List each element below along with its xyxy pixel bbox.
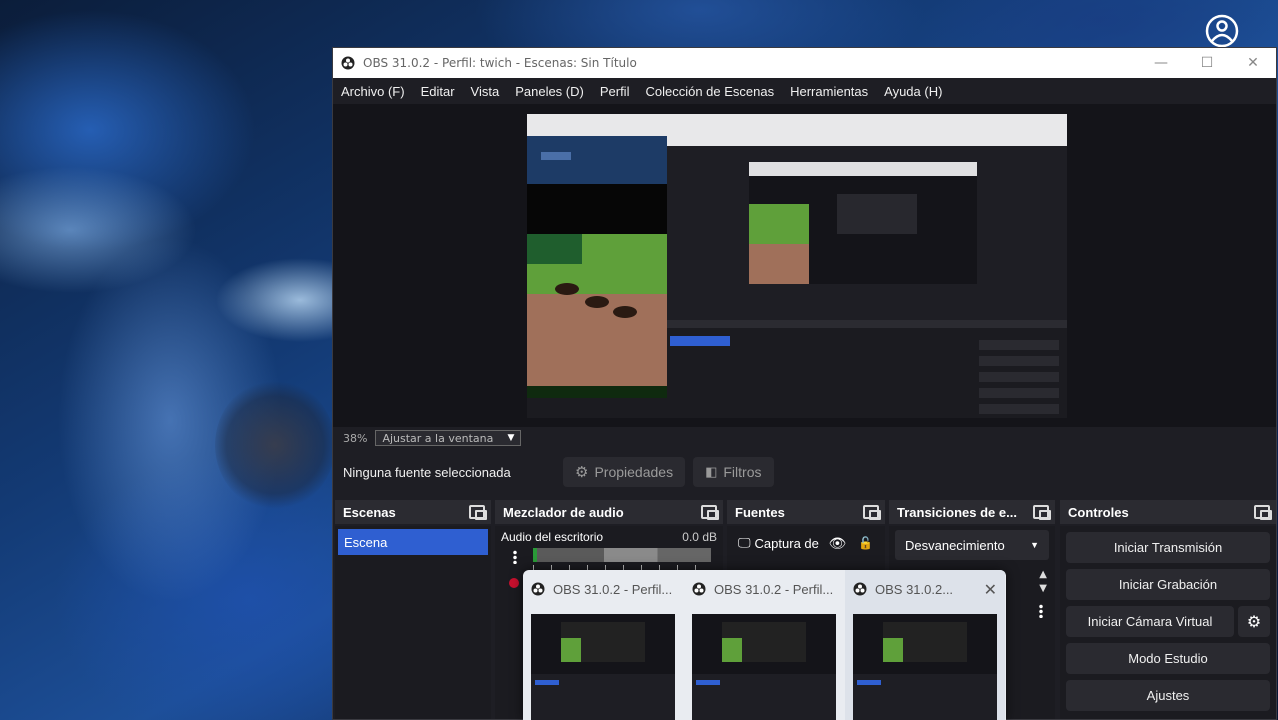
source-toolbar: Ninguna fuente seleccionada ⚙ Propiedade… xyxy=(333,452,1276,492)
gear-icon: ⚙ xyxy=(1246,612,1262,631)
undock-icon[interactable] xyxy=(863,505,881,520)
virtual-cam-row: Iniciar Cámara Virtual ⚙ xyxy=(1066,606,1270,637)
transition-select[interactable]: Desvanecimiento ▼ xyxy=(895,530,1049,560)
taskbar-thumbnail[interactable]: OBS 31.0.2 - Perfil... xyxy=(684,570,844,720)
properties-label: Propiedades xyxy=(594,464,674,480)
thumbnail-header: OBS 31.0.2... xyxy=(845,570,1005,608)
thumbnail-image xyxy=(853,614,997,720)
taskbar-thumbnail[interactable]: OBS 31.0.2 - Perfil... xyxy=(523,570,683,720)
transitions-dock-header: Transiciones de e... xyxy=(889,500,1055,524)
close-icon: ✕ xyxy=(1247,55,1259,71)
thumbnail-image xyxy=(531,614,675,720)
transition-label: Desvanecimiento xyxy=(905,537,1005,553)
obs-logo-icon xyxy=(531,582,545,596)
preview-canvas[interactable] xyxy=(527,114,1067,418)
menu-editar[interactable]: Editar xyxy=(421,84,455,99)
gear-icon: ⚙ xyxy=(575,464,589,481)
start-stream-button[interactable]: Iniciar Transmisión xyxy=(1066,532,1270,563)
settings-button[interactable]: Ajustes xyxy=(1066,680,1270,711)
start-record-button[interactable]: Iniciar Grabación xyxy=(1066,569,1270,600)
sources-dock-header: Fuentes xyxy=(727,500,885,524)
scene-item[interactable]: Escena xyxy=(338,529,488,555)
menu-archivo[interactable]: Archivo (F) xyxy=(341,84,405,99)
menu-bar: Archivo (F) Editar Vista Paneles (D) Per… xyxy=(333,78,1276,104)
maximize-button[interactable]: ☐ xyxy=(1184,48,1230,78)
menu-ayuda[interactable]: Ayuda (H) xyxy=(884,84,942,99)
obs-logo-icon xyxy=(692,582,706,596)
filters-button[interactable]: ◧ Filtros xyxy=(693,457,774,487)
scenes-dock: Escenas Escena xyxy=(335,500,491,719)
eye-icon[interactable]: 👁 xyxy=(829,535,847,552)
source-name: Captura de xyxy=(754,535,819,551)
thumbnail-image xyxy=(692,614,836,720)
scenes-dock-header: Escenas xyxy=(335,500,491,524)
zoom-percent: 38% xyxy=(343,431,368,445)
title-bar[interactable]: OBS 31.0.2 - Perfil: twich - Escenas: Si… xyxy=(333,48,1276,78)
properties-button[interactable]: ⚙ Propiedades xyxy=(563,457,686,487)
monitor-icon: 🖵 xyxy=(738,535,751,550)
obs-logo-icon xyxy=(341,56,355,70)
duration-stepper[interactable]: ▲ ▼ xyxy=(1039,568,1047,596)
close-icon[interactable]: ✕ xyxy=(984,580,997,599)
filter-icon: ◧ xyxy=(705,464,718,479)
channel-menu-icon[interactable] xyxy=(513,550,517,564)
undock-icon[interactable] xyxy=(701,505,719,520)
thumbnail-header: OBS 31.0.2 - Perfil... xyxy=(684,570,844,608)
source-item[interactable]: 🖵 Captura de 👁 🔓 xyxy=(730,529,882,557)
chevron-down-icon: ▼ xyxy=(1030,540,1039,550)
thumbnail-title: OBS 31.0.2 - Perfil... xyxy=(553,581,673,597)
menu-perfil[interactable]: Perfil xyxy=(600,84,630,99)
undock-icon[interactable] xyxy=(1254,505,1272,520)
start-virtual-cam-button[interactable]: Iniciar Cámara Virtual xyxy=(1066,606,1234,637)
wallpaper-tree xyxy=(215,380,335,510)
controls-dock-header: Controles xyxy=(1060,500,1276,524)
menu-paneles[interactable]: Paneles (D) xyxy=(515,84,584,99)
taskbar-thumbnail-active[interactable]: OBS 31.0.2... ✕ xyxy=(845,570,1005,720)
minimize-button[interactable]: — xyxy=(1138,48,1184,78)
sources-dock-title: Fuentes xyxy=(735,504,785,520)
scenes-list: Escena xyxy=(335,526,491,719)
undock-icon[interactable] xyxy=(469,505,487,520)
mute-icon[interactable] xyxy=(509,578,519,588)
scenes-dock-title: Escenas xyxy=(343,504,396,520)
maximize-icon: ☐ xyxy=(1200,55,1214,71)
transition-menu-icon[interactable] xyxy=(1039,604,1043,618)
undock-icon[interactable] xyxy=(1033,505,1051,520)
thumbnail-header: OBS 31.0.2 - Perfil... xyxy=(523,570,683,608)
zoom-bar: 38% Ajustar a la ventana ▼ xyxy=(333,428,1276,448)
obs-logo-icon xyxy=(853,582,867,596)
zoom-select[interactable]: Ajustar a la ventana ▼ xyxy=(375,430,522,446)
menu-herramientas[interactable]: Herramientas xyxy=(790,84,868,99)
menu-coleccion-escenas[interactable]: Colección de Escenas xyxy=(645,84,774,99)
no-source-label: Ninguna fuente seleccionada xyxy=(343,464,511,480)
transitions-dock-title: Transiciones de e... xyxy=(897,504,1017,520)
thumbnail-title: OBS 31.0.2... xyxy=(875,581,954,597)
lock-icon[interactable]: 🔓 xyxy=(858,536,873,550)
preview-area[interactable] xyxy=(333,104,1276,427)
mixer-dock-header: Mezclador de audio xyxy=(495,500,723,524)
thumbnail-title: OBS 31.0.2 - Perfil... xyxy=(714,581,834,597)
volume-meter xyxy=(533,548,711,562)
minimize-icon: — xyxy=(1154,55,1168,71)
virtual-cam-settings-button[interactable]: ⚙ xyxy=(1238,606,1270,637)
zoom-mode-label: Ajustar a la ventana xyxy=(382,431,494,445)
mixer-dock-title: Mezclador de audio xyxy=(503,504,624,520)
controls-body: Iniciar Transmisión Iniciar Grabación In… xyxy=(1060,526,1276,719)
chevron-down-icon: ▼ xyxy=(507,433,515,443)
menu-vista[interactable]: Vista xyxy=(471,84,500,99)
accessibility-user-icon[interactable] xyxy=(1205,14,1239,48)
controls-dock-title: Controles xyxy=(1068,504,1129,520)
studio-mode-button[interactable]: Modo Estudio xyxy=(1066,643,1270,674)
close-button[interactable]: ✕ xyxy=(1230,48,1276,78)
channel-name: Audio del escritorio xyxy=(501,530,604,544)
controls-dock: Controles Iniciar Transmisión Iniciar Gr… xyxy=(1060,500,1276,719)
window-title: OBS 31.0.2 - Perfil: twich - Escenas: Si… xyxy=(363,56,637,70)
filters-label: Filtros xyxy=(723,464,762,480)
mixer-channel: Audio del escritorio 0.0 dB xyxy=(495,526,723,548)
channel-db: 0.0 dB xyxy=(682,530,717,544)
taskbar-preview-popup: OBS 31.0.2 - Perfil... OBS 31.0.2 - Perf… xyxy=(523,570,1006,720)
